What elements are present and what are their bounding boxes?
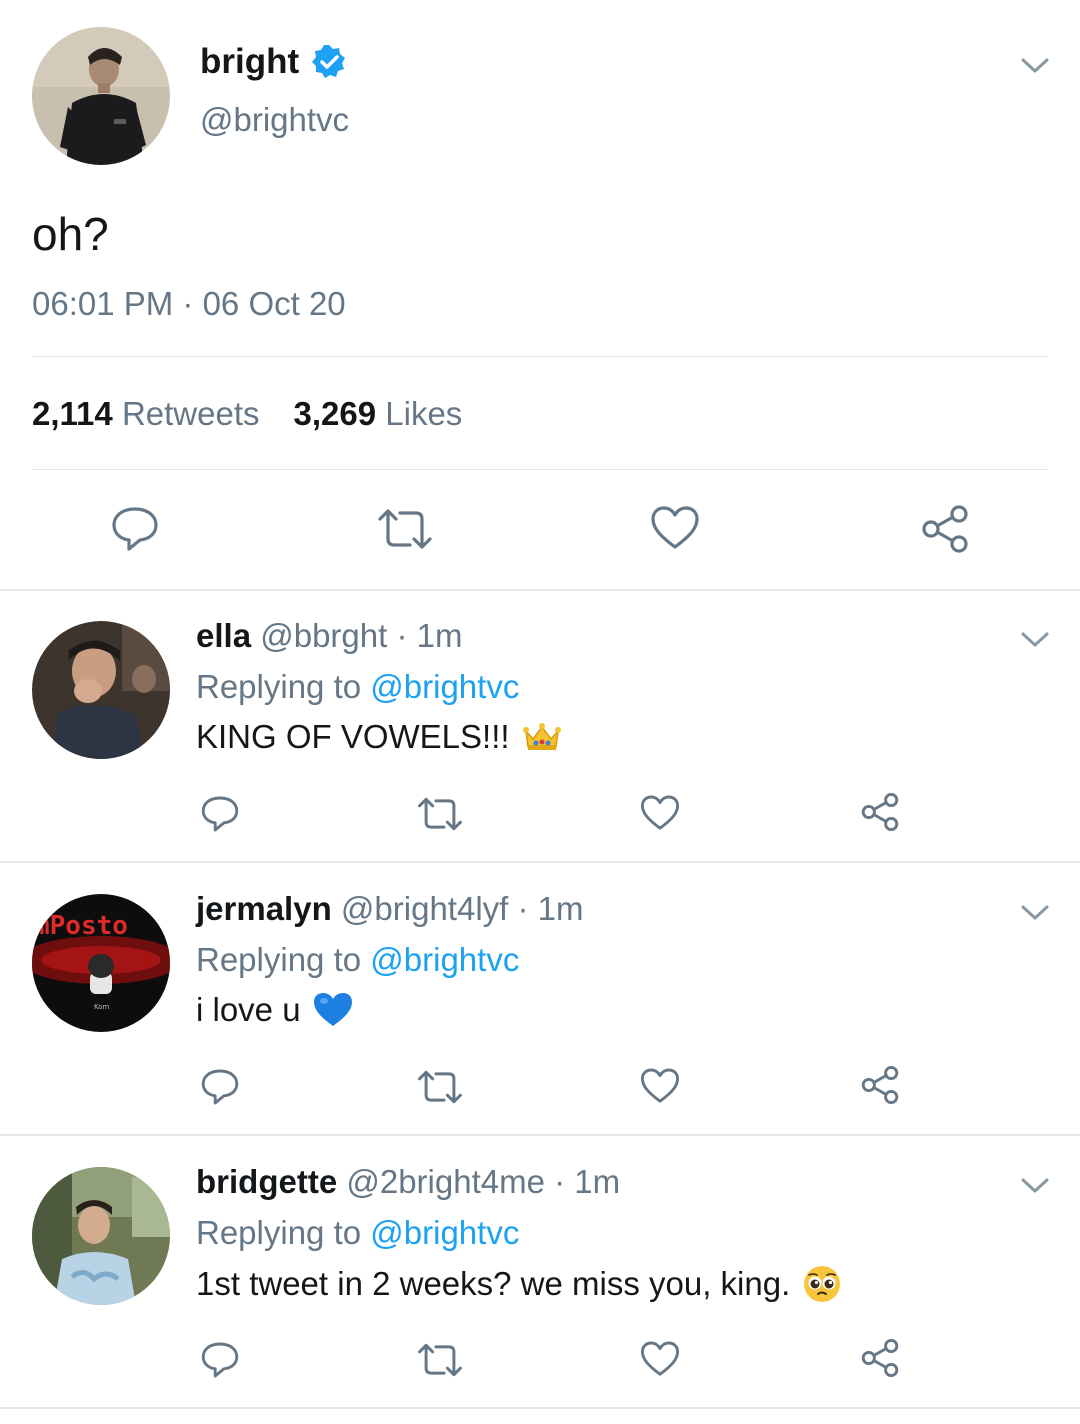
- reply-tweet[interactable]: bridgette @2bright4me · 1m Replying to @…: [0, 1136, 1080, 1408]
- heart-icon: [640, 1341, 680, 1376]
- divider: [0, 1407, 1080, 1409]
- main-display-name[interactable]: bright: [200, 42, 299, 82]
- like-button[interactable]: [650, 505, 700, 551]
- retweet-button[interactable]: [376, 507, 434, 551]
- reply-header: ella @bbrght · 1m: [196, 617, 462, 655]
- reply-text-row: 1st tweet in 2 weeks? we miss you, king.: [196, 1264, 842, 1304]
- reply-icon: [112, 507, 158, 551]
- retweets-label: Retweets: [121, 395, 260, 432]
- reply-author-meta[interactable]: @bbrght · 1m: [260, 617, 462, 654]
- chevron-down-icon[interactable]: [1020, 1176, 1050, 1196]
- chevron-down-icon[interactable]: [1020, 903, 1050, 923]
- replying-to: Replying to @brightvc: [196, 941, 519, 979]
- reply-tweet[interactable]: mPosto Kom jermalyn @bright4lyf · 1m Rep…: [0, 863, 1080, 1135]
- likes-label: Likes: [385, 395, 463, 432]
- avatar[interactable]: mPosto Kom: [32, 894, 170, 1032]
- main-tweet: bright @brightvc oh? 06:01 PM · 06 Oct 2…: [0, 0, 1080, 590]
- replying-mention[interactable]: @brightvc: [370, 668, 519, 705]
- verified-badge-icon: [311, 44, 347, 80]
- reply-text-row: KING OF VOWELS!!!: [196, 718, 562, 756]
- pleading-face-emoji-icon: [804, 1266, 841, 1302]
- divider: [32, 356, 1048, 357]
- replying-prefix: Replying to: [196, 1214, 362, 1251]
- reply-tweet[interactable]: ella @bbrght · 1m Replying to @brightvc …: [0, 590, 1080, 862]
- reply-author-name[interactable]: ella: [196, 617, 251, 654]
- reply-text-row: i love u: [196, 991, 353, 1029]
- likes-stat[interactable]: 3,269 Likes: [294, 395, 463, 433]
- share-button[interactable]: [860, 792, 900, 832]
- replying-mention[interactable]: @brightvc: [370, 941, 519, 978]
- reply-text: 1st tweet in 2 weeks? we miss you, king.: [196, 1265, 791, 1302]
- share-button[interactable]: [920, 504, 970, 554]
- retweet-icon: [418, 797, 462, 831]
- heart-icon: [640, 1068, 680, 1103]
- main-display-name-row: bright: [200, 42, 347, 82]
- heart-icon: [651, 506, 699, 549]
- reply-header: bridgette @2bright4me · 1m: [196, 1163, 620, 1201]
- retweet-button[interactable]: [416, 796, 464, 832]
- likes-count: 3,269: [293, 395, 377, 432]
- reply-author-name[interactable]: bridgette: [196, 1163, 337, 1200]
- main-handle[interactable]: @brightvc: [200, 101, 349, 139]
- share-icon: [861, 792, 899, 832]
- retweet-icon: [378, 509, 432, 549]
- share-button[interactable]: [860, 1065, 900, 1105]
- tweet-stats: 2,114 Retweets 3,269 Likes: [32, 395, 462, 433]
- like-button[interactable]: [640, 794, 680, 832]
- reply-author-name[interactable]: jermalyn: [196, 890, 332, 927]
- divider: [32, 469, 1048, 470]
- reply-icon: [201, 1069, 239, 1105]
- like-button[interactable]: [640, 1067, 680, 1105]
- chevron-down-icon[interactable]: [1020, 630, 1050, 650]
- reply-button[interactable]: [200, 794, 240, 834]
- reply-button[interactable]: [200, 1067, 240, 1107]
- avatar[interactable]: [32, 1167, 170, 1305]
- share-icon: [861, 1065, 899, 1105]
- reply-icon: [201, 1342, 239, 1378]
- chevron-down-icon[interactable]: [1020, 56, 1050, 76]
- tweet-text: oh?: [32, 208, 109, 260]
- retweet-icon: [418, 1070, 462, 1104]
- share-button[interactable]: [860, 1338, 900, 1378]
- retweet-button[interactable]: [416, 1342, 464, 1378]
- reply-button[interactable]: [110, 505, 160, 553]
- avatar-subtext: Kom: [94, 1003, 110, 1011]
- blue-heart-emoji-icon: [313, 993, 352, 1026]
- share-icon: [861, 1338, 899, 1378]
- reply-header: jermalyn @bright4lyf · 1m: [196, 890, 584, 928]
- reply-button[interactable]: [200, 1340, 240, 1380]
- retweet-icon: [418, 1343, 462, 1377]
- heart-icon: [640, 795, 680, 830]
- share-icon: [922, 505, 968, 553]
- reply-author-meta[interactable]: @2bright4me · 1m: [346, 1163, 620, 1200]
- replying-to: Replying to @brightvc: [196, 668, 519, 706]
- reply-text: i love u: [196, 991, 301, 1028]
- reply-text: KING OF VOWELS!!!: [196, 718, 510, 755]
- reply-author-meta[interactable]: @bright4lyf · 1m: [341, 890, 584, 927]
- replying-to: Replying to @brightvc: [196, 1214, 519, 1252]
- like-button[interactable]: [640, 1340, 680, 1378]
- replying-prefix: Replying to: [196, 668, 362, 705]
- retweet-button[interactable]: [416, 1069, 464, 1105]
- replying-prefix: Replying to: [196, 941, 362, 978]
- crown-emoji-icon: [522, 723, 561, 750]
- retweets-count: 2,114: [32, 395, 113, 432]
- retweets-stat[interactable]: 2,114 Retweets: [32, 395, 260, 433]
- avatar-text: mPosto: [34, 911, 128, 941]
- tweet-timestamp[interactable]: 06:01 PM · 06 Oct 20: [32, 285, 346, 323]
- replying-mention[interactable]: @brightvc: [370, 1214, 519, 1251]
- main-avatar[interactable]: [32, 27, 170, 165]
- reply-icon: [201, 796, 239, 832]
- avatar[interactable]: [32, 621, 170, 759]
